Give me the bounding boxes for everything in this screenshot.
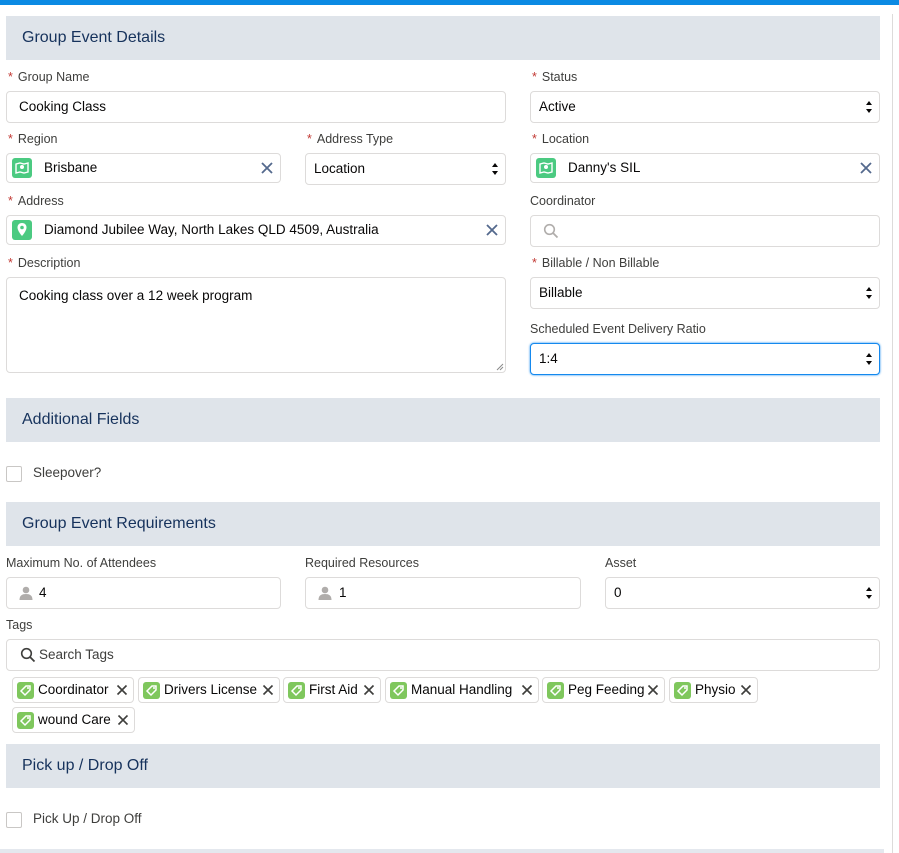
section-header-pickup-drop-off[interactable]: Pick up / Drop Off <box>6 744 880 788</box>
address-type-label: * Address Type <box>307 132 394 146</box>
status-label: * Status <box>532 70 578 84</box>
location-record-icon <box>12 158 32 178</box>
section-header-requirements[interactable]: Group Event Requirements <box>6 502 880 546</box>
remove-tag-icon[interactable] <box>262 684 274 696</box>
tag-pill[interactable]: Drivers License <box>138 677 280 703</box>
select-arrows-icon <box>866 353 872 365</box>
group-name-label: * Group Name <box>8 70 90 84</box>
tag-label: wound Care <box>38 712 111 727</box>
tag-pill[interactable]: Coordinator <box>12 677 134 703</box>
address-type-value: Location <box>314 161 366 176</box>
sleepover-label: Sleepover? <box>33 465 102 480</box>
person-icon <box>19 586 33 600</box>
tag-pill[interactable]: Physio <box>669 677 758 703</box>
billable-label: * Billable / Non Billable <box>532 256 660 270</box>
top-accent-bar <box>0 0 899 5</box>
coordinator-label: Coordinator <box>530 194 596 208</box>
map-pin-icon <box>12 220 32 240</box>
tag-icon <box>288 682 305 699</box>
select-arrows-icon <box>866 287 872 299</box>
location-record-icon <box>536 158 556 178</box>
max-attendees-label: Maximum No. of Attendees <box>6 556 157 570</box>
description-value: Cooking class over a 12 week program <box>19 288 253 303</box>
billable-select[interactable]: Billable <box>530 277 880 309</box>
delivery-ratio-select[interactable]: 1:4 <box>530 343 880 375</box>
description-label: * Description <box>8 256 81 270</box>
asset-label: Asset <box>605 556 637 570</box>
remove-tag-icon[interactable] <box>117 714 129 726</box>
coordinator-search-input[interactable] <box>530 215 880 247</box>
delivery-ratio-value: 1:4 <box>539 351 558 366</box>
group-name-value: Cooking Class <box>19 99 107 114</box>
tag-pill[interactable]: Manual Handling <box>385 677 539 703</box>
search-icon <box>543 223 559 239</box>
address-lookup[interactable]: Diamond Jubilee Way, North Lakes QLD 450… <box>6 215 506 245</box>
max-attendees-input[interactable]: 4 <box>6 577 281 609</box>
remove-tag-icon[interactable] <box>521 684 533 696</box>
address-label: * Address <box>8 194 64 208</box>
tag-pill[interactable]: First Aid <box>283 677 381 703</box>
region-label: * Region <box>8 132 58 146</box>
tag-icon <box>547 682 564 699</box>
tag-icon <box>143 682 160 699</box>
clear-address-icon[interactable] <box>485 223 499 237</box>
delivery-ratio-label: Scheduled Event Delivery Ratio <box>530 322 706 336</box>
clear-location-icon[interactable] <box>859 161 873 175</box>
tag-label: Peg Feeding <box>568 682 645 697</box>
asset-value: 0 <box>614 585 622 600</box>
remove-tag-icon[interactable] <box>647 684 659 696</box>
location-lookup[interactable]: Danny's SIL <box>530 153 880 183</box>
description-textarea[interactable]: Cooking class over a 12 week program <box>6 277 506 373</box>
tag-pill[interactable]: Peg Feeding <box>542 677 665 703</box>
clear-region-icon[interactable] <box>260 161 274 175</box>
tag-label: Drivers License <box>164 682 258 697</box>
required-resources-input[interactable]: 1 <box>305 577 581 609</box>
bottom-divider <box>0 849 884 853</box>
tag-icon <box>17 712 34 729</box>
select-arrows-icon <box>492 163 498 175</box>
max-attendees-value: 4 <box>39 585 47 600</box>
tags-label: Tags <box>6 618 33 632</box>
section-header-group-event-details[interactable]: Group Event Details <box>6 16 880 60</box>
tag-icon <box>674 682 691 699</box>
pickup-drop-off-label: Pick Up / Drop Off <box>33 811 142 826</box>
status-value: Active <box>539 99 576 114</box>
section-header-additional-fields[interactable]: Additional Fields <box>6 398 880 442</box>
sleepover-checkbox[interactable] <box>6 466 22 482</box>
address-value: Diamond Jubilee Way, North Lakes QLD 450… <box>44 222 379 237</box>
location-label: * Location <box>532 132 590 146</box>
tag-label: Manual Handling <box>411 682 513 697</box>
search-icon <box>20 647 36 663</box>
tag-icon <box>390 682 407 699</box>
person-icon <box>318 586 332 600</box>
remove-tag-icon[interactable] <box>363 684 375 696</box>
tag-label: Coordinator <box>38 682 109 697</box>
group-name-input[interactable]: Cooking Class <box>6 91 506 123</box>
tag-pill[interactable]: wound Care <box>12 707 135 733</box>
status-select[interactable]: Active <box>530 91 880 123</box>
remove-tag-icon[interactable] <box>740 684 752 696</box>
select-arrows-icon <box>866 101 872 113</box>
asset-select[interactable]: 0 <box>605 577 880 609</box>
pickup-drop-off-checkbox[interactable] <box>6 812 22 828</box>
remove-tag-icon[interactable] <box>116 684 128 696</box>
right-divider <box>892 14 893 853</box>
tags-search-input[interactable]: Search Tags <box>6 639 880 671</box>
resize-handle-icon[interactable] <box>496 363 504 371</box>
tag-icon <box>17 682 34 699</box>
region-value: Brisbane <box>44 160 98 175</box>
tag-label: Physio <box>695 682 736 697</box>
tag-label: First Aid <box>309 682 358 697</box>
location-value: Danny's SIL <box>568 160 641 175</box>
tags-search-placeholder: Search Tags <box>39 647 114 662</box>
billable-value: Billable <box>539 285 583 300</box>
select-arrows-icon <box>866 587 872 599</box>
region-lookup[interactable]: Brisbane <box>6 153 281 183</box>
address-type-select[interactable]: Location <box>305 153 506 185</box>
required-resources-value: 1 <box>339 585 347 600</box>
required-resources-label: Required Resources <box>305 556 419 570</box>
